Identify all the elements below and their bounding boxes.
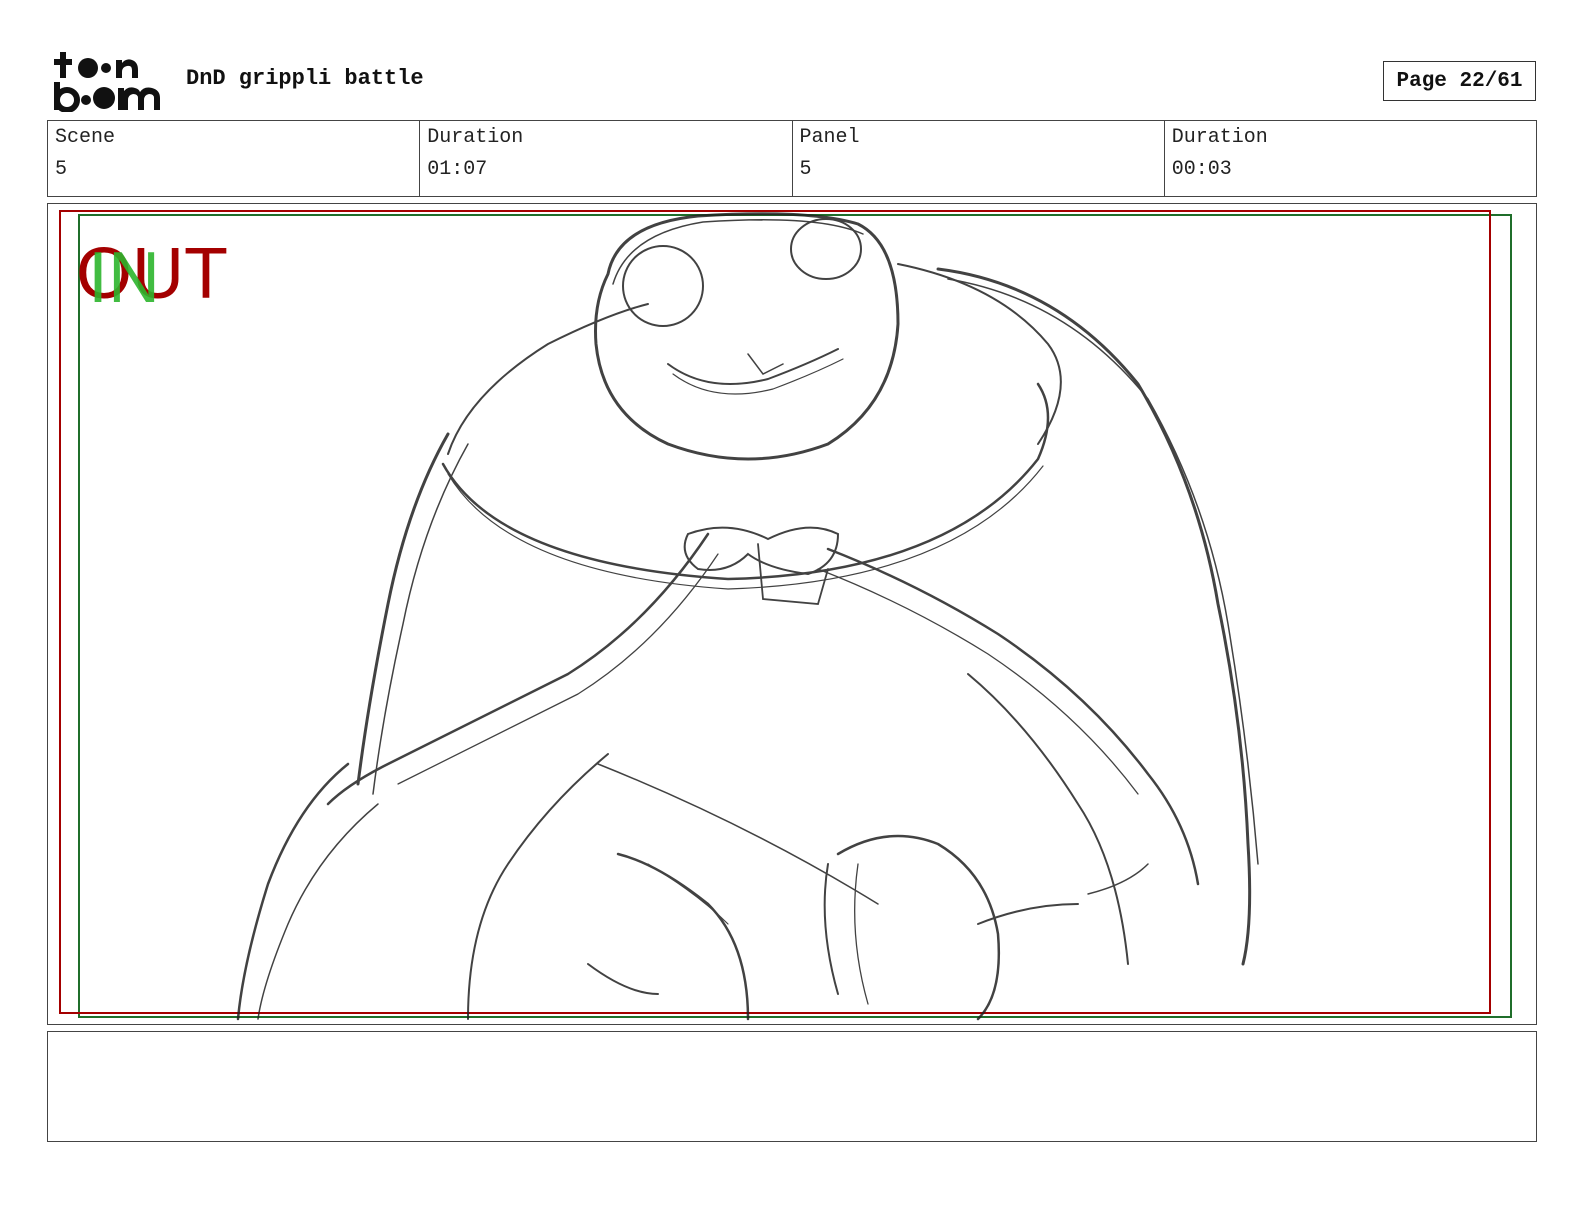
scene-panel-info-table: Scene 5 Duration 01:07 Panel 5 Duration … xyxy=(47,120,1537,197)
cape-left-sketch xyxy=(356,432,450,786)
torso-sketch xyxy=(467,753,609,1020)
panel-duration-cell: Duration 00:03 xyxy=(1165,121,1536,196)
panel-duration-value: 00:03 xyxy=(1171,158,1232,181)
project-title: DnD grippli battle xyxy=(186,66,424,91)
scene-value: 5 xyxy=(55,158,68,181)
scene-cell: Scene 5 xyxy=(48,121,421,196)
panel-duration-label: Duration xyxy=(1171,126,1268,149)
panel-value: 5 xyxy=(799,158,812,181)
mouth-sketch xyxy=(667,348,839,385)
scene-duration-label: Duration xyxy=(427,126,524,149)
head-outline-sketch xyxy=(594,212,900,461)
panel-cell: Panel 5 xyxy=(793,121,1165,196)
toon-boom-logo xyxy=(52,50,164,113)
hat-brim-sketch xyxy=(441,382,1050,581)
left-eye-sketch xyxy=(622,245,704,327)
camera-frame xyxy=(78,214,1512,1018)
left-hand-sketch xyxy=(616,852,750,1021)
right-hand-sketch xyxy=(836,834,1001,1021)
caption-box xyxy=(47,1031,1537,1142)
storyboard-panel: OUT IN xyxy=(47,203,1537,1025)
panel-label: Panel xyxy=(799,126,860,149)
scene-duration-value: 01:07 xyxy=(427,158,488,181)
page-indicator: Page 22/61 xyxy=(1383,61,1536,101)
scene-duration-cell: Duration 01:07 xyxy=(420,121,793,196)
safe-frame xyxy=(59,210,1491,1014)
scene-label: Scene xyxy=(55,126,116,149)
cape-right-sketch xyxy=(936,267,1252,966)
sketch-drawing xyxy=(59,210,1512,1021)
strap-sketch xyxy=(326,532,710,806)
right-eye-sketch xyxy=(790,218,862,280)
in-marker: IN xyxy=(88,238,160,318)
